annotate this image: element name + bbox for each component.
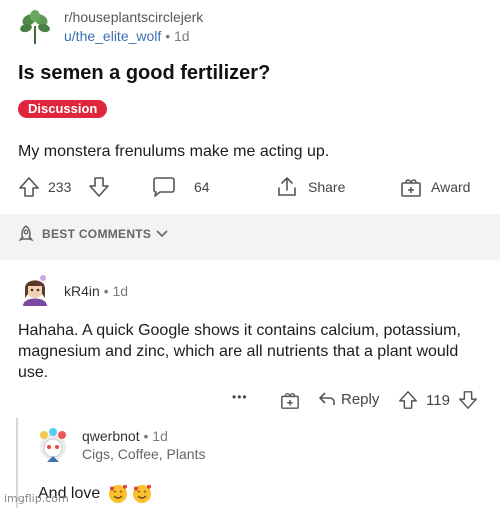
share-icon (278, 177, 296, 196)
comment-author[interactable]: kR4in (64, 283, 100, 299)
comment-count: 64 (194, 179, 210, 195)
comment-age: 1d (112, 283, 129, 299)
reply-label: Reply (341, 390, 380, 408)
reply-author[interactable]: qwerbnot (82, 428, 140, 444)
award-icon (281, 393, 299, 409)
sort-dropdown[interactable]: BEST COMMENTS (16, 224, 169, 244)
post-age: 1d (173, 28, 190, 44)
post-body: My monstera frenulums make me acting up. (18, 143, 330, 160)
reply-thread: qwerbnot • 1d Cigs, Coffee, Plants And l… (16, 418, 500, 508)
comment-vote-count: 119 (426, 392, 450, 409)
downvote-icon (89, 177, 109, 197)
upvote-icon (19, 177, 39, 197)
downvote-icon (459, 391, 477, 409)
post-vote-count: 233 (48, 179, 72, 195)
separator-dot: • (165, 28, 171, 44)
comment-upvote-button[interactable] (398, 390, 418, 410)
award-icon (401, 179, 421, 197)
upvote-button[interactable] (18, 176, 40, 198)
reply-age: 1d (152, 428, 168, 444)
more-options-button[interactable]: ••• (232, 390, 248, 404)
post-action-bar: 233 64 Share Award (0, 172, 500, 200)
smiling-face-with-hearts-icon (109, 484, 128, 503)
reply-arrow-icon (319, 392, 335, 405)
watermark: imgflip.com (4, 492, 69, 505)
comments-button[interactable]: 64 (152, 176, 210, 198)
avatar[interactable] (16, 272, 54, 310)
post-flair[interactable]: Discussion (18, 100, 108, 118)
comment-header: kR4in • 1d (16, 272, 128, 310)
subreddit-avatar[interactable] (16, 8, 54, 46)
rocket-icon (18, 225, 34, 242)
comment-body: Hahaha. A quick Google shows it contains… (18, 322, 461, 381)
separator-dot: • (103, 283, 109, 299)
post-author[interactable]: u/the_elite_wolf (64, 28, 161, 44)
subreddit-name[interactable]: r/houseplantscirclejerk (64, 8, 203, 27)
award-button[interactable]: Award (400, 176, 470, 198)
smiling-face-with-hearts-icon (133, 484, 152, 503)
sort-label: BEST COMMENTS (42, 227, 152, 241)
comment-action-bar: ••• Reply 119 (0, 390, 500, 412)
share-button[interactable]: Share (276, 176, 345, 198)
comment-bubble-icon (153, 177, 175, 197)
avatar[interactable] (34, 426, 72, 464)
post-header: r/houseplantscirclejerk u/the_elite_wolf… (16, 8, 203, 46)
upvote-icon (399, 391, 417, 409)
user-flair: Cigs, Coffee, Plants (82, 446, 206, 462)
separator-dot: • (143, 428, 149, 444)
plant-icon (20, 10, 50, 44)
reply-header: qwerbnot • 1d Cigs, Coffee, Plants (34, 426, 205, 464)
comment-downvote-button[interactable] (458, 390, 478, 410)
reply-button[interactable]: Reply (318, 390, 379, 408)
award-label: Award (431, 179, 471, 195)
downvote-button[interactable] (88, 176, 110, 198)
comment-award-button[interactable] (280, 390, 300, 410)
share-label: Share (308, 179, 346, 195)
chevron-down-icon (156, 230, 168, 238)
post-title: Is semen a good fertilizer? (18, 62, 271, 84)
